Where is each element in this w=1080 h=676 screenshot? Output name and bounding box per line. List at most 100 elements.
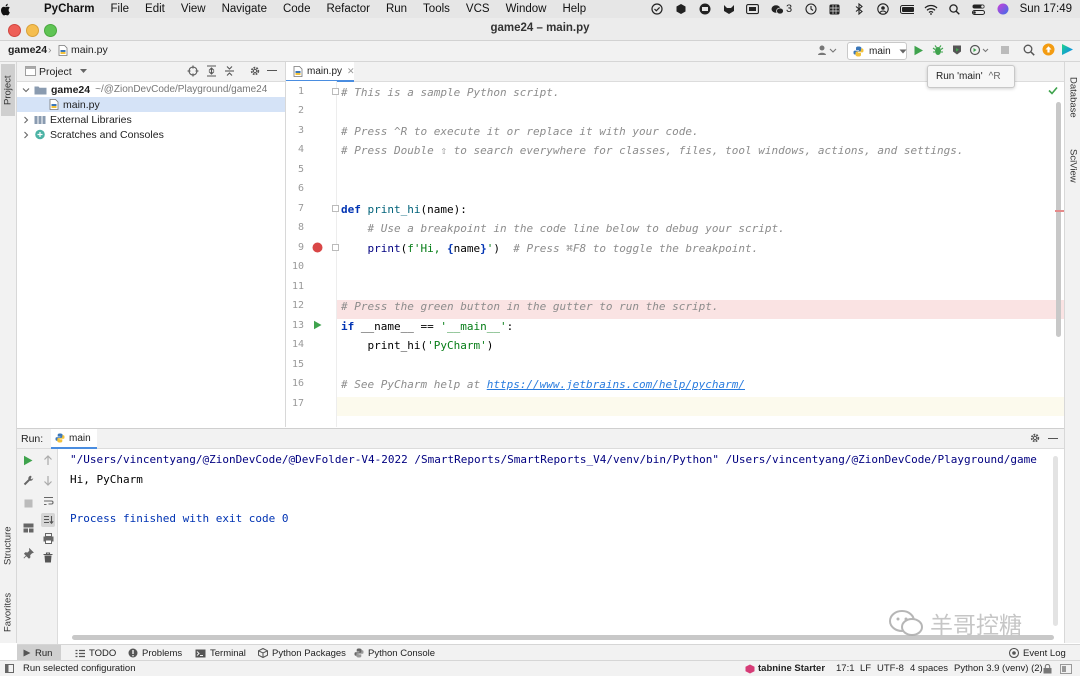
wechat-icon[interactable]: 3 [770,3,794,15]
database-side-tab[interactable]: Database [1066,68,1080,126]
python-packages-tool-button[interactable]: Python Packages [258,645,346,661]
code-line-4[interactable]: # Press Double ⇧ to search everywhere fo… [341,144,964,157]
search-everywhere-icon[interactable] [1023,44,1035,56]
update-icon[interactable] [1042,43,1055,56]
toggle-tool-windows-icon[interactable] [5,664,14,673]
menu-help[interactable]: Help [554,3,594,15]
gear-icon[interactable] [1029,432,1041,444]
console-output-line[interactable]: Hi, PyCharm [70,473,143,486]
user-circle-icon[interactable] [876,3,890,15]
profile-icon[interactable] [969,44,989,56]
menu-refactor[interactable]: Refactor [318,3,377,15]
close-tab-icon[interactable]: ✕ [347,66,355,77]
chevron-right-icon[interactable] [22,131,30,139]
todo-tool-button[interactable]: TODO [75,645,116,661]
clock[interactable]: Sun 17:49 [1020,3,1072,15]
run-configuration-selector[interactable]: main [847,42,907,60]
menu-tools[interactable]: Tools [415,3,458,15]
rerun-icon[interactable] [21,453,35,467]
debug-bug-icon[interactable] [932,44,944,56]
tree-row-main-py[interactable]: main.py [17,97,285,112]
code-line-8[interactable]: # Use a breakpoint in the code line belo… [341,222,785,235]
sciview-side-tab[interactable]: SciView [1066,140,1080,192]
menu-run[interactable]: Run [378,3,415,15]
menu-code[interactable]: Code [275,3,319,15]
apple-icon[interactable] [0,3,36,16]
screen-icon[interactable] [746,3,760,15]
wrench-icon[interactable] [21,473,35,487]
code-line-13[interactable]: if __name__ == '__main__': [341,320,513,333]
tree-row-scratches[interactable]: Scratches and Consoles [17,127,285,142]
locate-file-icon[interactable] [187,65,199,77]
structure-side-tab[interactable]: Structure [1,517,15,575]
scroll-to-end-icon[interactable] [41,513,55,527]
chevron-down-icon[interactable] [22,86,30,94]
search-icon[interactable] [948,3,962,15]
editor-tab-main-py[interactable]: main.py ✕ [286,62,355,82]
editor-scrollbar[interactable] [1056,102,1061,337]
expand-all-icon[interactable] [206,65,217,77]
history-icon[interactable] [804,3,818,15]
run-play-icon[interactable] [913,45,924,56]
console-exit-message[interactable]: Process finished with exit code 0 [70,512,289,525]
lock-icon[interactable] [1043,664,1052,674]
console-vertical-scrollbar[interactable] [1053,456,1058,626]
favorites-side-tab[interactable]: Favorites [1,584,15,640]
soft-wrap-icon[interactable] [41,494,55,508]
collapse-all-icon[interactable] [224,65,235,77]
trash-icon[interactable] [41,550,55,564]
console-command-line[interactable]: "/Users/vincentyang/@ZionDevCode/@DevFol… [70,453,1037,466]
layout-icon[interactable] [21,521,35,535]
code-help-link[interactable]: https://www.jetbrains.com/help/pycharm/ [487,378,745,391]
run-tab-main[interactable]: main [51,429,97,449]
user-dropdown-icon[interactable] [817,44,837,56]
code-line-7[interactable]: def print_hi(name): [341,203,467,216]
check-circle-icon[interactable] [650,3,664,15]
event-log-button[interactable]: Event Log [1009,645,1066,661]
menu-app-name[interactable]: PyCharm [36,3,103,15]
stop-icon[interactable] [21,496,35,510]
code-line-3[interactable]: # Press ^R to execute it or replace it w… [341,125,699,138]
fox-icon[interactable] [722,3,736,15]
hide-panel-icon[interactable] [267,70,277,72]
siri-icon[interactable] [996,3,1010,15]
run-tool-button[interactable]: Run [17,645,61,661]
python-console-tool-button[interactable]: Python Console [354,645,435,661]
grid-icon[interactable] [828,3,842,15]
bluetooth-icon[interactable] [852,3,866,15]
menu-file[interactable]: File [103,3,138,15]
memory-indicator-icon[interactable] [1060,664,1072,674]
python-interpreter[interactable]: Python 3.9 (venv) (2) [954,663,1043,674]
file-encoding[interactable]: UTF-8 [877,663,904,674]
menu-vcs[interactable]: VCS [458,3,498,15]
tree-row-external-libraries[interactable]: External Libraries [17,112,285,127]
fold-marker-icon[interactable] [332,88,339,95]
jetbrains-toolbox-icon[interactable] [1061,43,1074,56]
chevron-right-icon[interactable] [22,116,30,124]
inspection-ok-icon[interactable] [1048,86,1058,95]
problems-tool-button[interactable]: Problems [128,645,182,661]
tree-row-root[interactable]: game24 ~/@ZionDevCode/Playground/game24 [17,82,285,97]
pin-icon[interactable] [21,546,35,560]
fold-marker-icon[interactable] [332,244,339,251]
project-view-title[interactable]: Project [39,66,72,78]
menu-edit[interactable]: Edit [137,3,173,15]
project-view-dropdown-icon[interactable] [80,69,87,74]
stop-icon[interactable] [1000,45,1010,55]
run-gutter-icon[interactable] [313,320,322,330]
breakpoint-icon[interactable] [312,242,323,253]
mail-badge-icon[interactable] [698,3,712,15]
code-line-9[interactable]: print(f'Hi, {name}') # Press ⌘F8 to togg… [341,242,759,255]
tabnine-status[interactable]: tabnine Starter [758,663,825,674]
arrow-down-icon[interactable] [41,473,55,487]
wifi-icon[interactable] [924,3,938,15]
gear-icon[interactable] [249,65,261,77]
line-separator[interactable]: LF [860,663,871,674]
fold-marker-icon[interactable] [332,205,339,212]
arrow-up-icon[interactable] [41,453,55,467]
hide-panel-icon[interactable] [1048,438,1058,440]
cube-icon[interactable] [674,3,688,15]
project-side-tab[interactable]: Project [1,64,15,116]
battery-icon[interactable] [899,3,914,15]
code-line-1[interactable]: # This is a sample Python script. [341,86,560,99]
